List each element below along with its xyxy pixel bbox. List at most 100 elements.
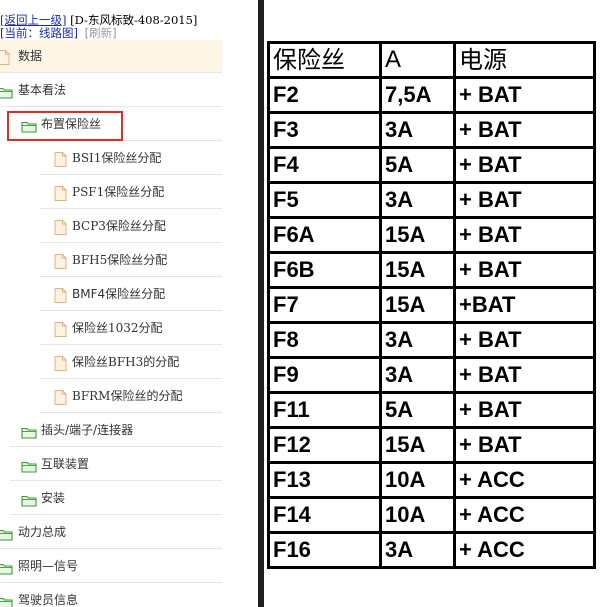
fuse-id-cell: F6A <box>267 216 382 254</box>
highlight-box <box>7 111 123 141</box>
fuse-id-cell: F8 <box>267 321 382 359</box>
file-icon <box>54 288 67 307</box>
fuse-id-cell: F2 <box>267 76 382 114</box>
back-link[interactable]: [返回上一级] <box>0 13 66 27</box>
tree-item-label: 插头/端子/连接器 <box>41 423 134 437</box>
power-source-cell: + BAT <box>453 356 596 394</box>
file-icon <box>54 186 67 205</box>
tree-item[interactable]: BMF4保险丝分配 <box>40 278 222 311</box>
power-source-cell: + BAT <box>453 216 596 254</box>
table-row: F3 3A + BAT <box>267 111 596 149</box>
tree-item[interactable]: BSI1保险丝分配 <box>40 142 222 175</box>
tree-item[interactable]: 安装 <box>10 482 222 515</box>
fuse-id-cell: F3 <box>267 111 382 149</box>
amperage-cell: 3A <box>379 356 456 394</box>
amperage-cell: 7,5A <box>379 76 456 114</box>
file-icon <box>54 390 67 409</box>
current-location: [当前：线路图] [刷新] <box>0 26 117 40</box>
table-row: F13 10A + ACC <box>267 461 596 499</box>
tree-item[interactable]: 数据 <box>0 40 222 73</box>
tree-item-label: 互联装置 <box>41 457 90 471</box>
file-icon <box>54 254 67 273</box>
amperage-cell: 15A <box>379 216 456 254</box>
power-source-cell: + BAT <box>453 111 596 149</box>
tree-item-label: 照明—信号 <box>18 559 79 573</box>
folder-icon <box>0 526 13 545</box>
tree-item-label: 安装 <box>41 491 66 505</box>
table-row: F6A 15A + BAT <box>267 216 596 254</box>
tree-item[interactable]: 插头/端子/连接器 <box>10 414 222 447</box>
file-icon <box>54 220 67 239</box>
fuse-id-cell: F4 <box>267 146 382 184</box>
tree-item[interactable]: PSF1保险丝分配 <box>40 176 222 209</box>
tree-item[interactable]: 照明—信号 <box>0 550 222 583</box>
file-icon <box>54 356 67 375</box>
amperage-cell: 10A <box>379 461 456 499</box>
tree-item[interactable]: 保险丝1032分配 <box>40 312 222 345</box>
tree-item[interactable]: 动力总成 <box>0 516 222 549</box>
fuse-id-cell: F9 <box>267 356 382 394</box>
power-source-cell: +BAT <box>453 286 596 324</box>
column-header: 保险丝 <box>267 41 382 79</box>
power-source-cell: + BAT <box>453 321 596 359</box>
power-source-cell: + BAT <box>453 251 596 289</box>
content-panel: 保险丝 A 电源 F2 7,5A + BAT F3 3A + BAT F4 5A + BAT F5 3A +… <box>264 0 600 607</box>
folder-icon <box>21 492 37 511</box>
folder-icon <box>0 560 13 579</box>
power-source-cell: + BAT <box>453 76 596 114</box>
amperage-cell: 5A <box>379 391 456 429</box>
amperage-cell: 15A <box>379 426 456 464</box>
fuse-id-cell: F5 <box>267 181 382 219</box>
tree-item[interactable]: 保险丝BFH3的分配 <box>40 346 222 379</box>
fuse-id-cell: F6B <box>267 251 382 289</box>
breadcrumb: [返回上一级] [D-东风标致-408-2015] <box>0 13 197 27</box>
power-source-cell: + BAT <box>453 426 596 464</box>
table-row: F11 5A + BAT <box>267 391 596 429</box>
column-header: A <box>379 41 456 79</box>
tree-item-label: BFH5保险丝分配 <box>72 253 168 267</box>
fuse-id-cell: F12 <box>267 426 382 464</box>
folder-icon <box>0 84 13 103</box>
amperage-cell: 3A <box>379 531 456 569</box>
table-row: F7 15A +BAT <box>267 286 596 324</box>
table-row: F6B 15A + BAT <box>267 251 596 289</box>
folder-icon <box>21 458 37 477</box>
table-row: F12 15A + BAT <box>267 426 596 464</box>
tree-item[interactable]: 互联装置 <box>10 448 222 481</box>
table-header-row: 保险丝 A 电源 <box>267 41 596 79</box>
power-source-cell: + ACC <box>453 461 596 499</box>
file-icon <box>0 50 10 69</box>
power-source-cell: + BAT <box>453 391 596 429</box>
file-icon <box>54 152 67 171</box>
column-header: 电源 <box>453 41 596 79</box>
tree-item[interactable]: BFH5保险丝分配 <box>40 244 222 277</box>
tree-item-label: 基本看法 <box>18 83 67 97</box>
fuse-id-cell: F7 <box>267 286 382 324</box>
tree-item-label: BMF4保险丝分配 <box>72 287 166 301</box>
amperage-cell: 10A <box>379 496 456 534</box>
doc-title: [D-东风标致-408-2015] <box>70 13 198 27</box>
tree-item[interactable]: 驾驶员信息 <box>0 584 222 607</box>
table-row: F9 3A + BAT <box>267 356 596 394</box>
file-icon <box>54 322 67 341</box>
tree-item[interactable]: 基本看法 <box>0 74 222 107</box>
fuse-id-cell: F14 <box>267 496 382 534</box>
tree-panel: [返回上一级] [D-东风标致-408-2015] [当前：线路图] [刷新] … <box>0 0 258 607</box>
amperage-cell: 15A <box>379 286 456 324</box>
tree-item[interactable]: BFRM保险丝的分配 <box>40 380 222 413</box>
tree-item[interactable]: BCP3保险丝分配 <box>40 210 222 243</box>
refresh-link[interactable]: [刷新] <box>85 26 117 40</box>
power-source-cell: + BAT <box>453 181 596 219</box>
fuse-id-cell: F16 <box>267 531 382 569</box>
table-row: F8 3A + BAT <box>267 321 596 359</box>
fuse-id-cell: F13 <box>267 461 382 499</box>
tree-item-label: 数据 <box>18 49 43 63</box>
table-row: F4 5A + BAT <box>267 146 596 184</box>
fuse-id-cell: F11 <box>267 391 382 429</box>
folder-icon <box>21 424 37 443</box>
table-row: F2 7,5A + BAT <box>267 76 596 114</box>
amperage-cell: 15A <box>379 251 456 289</box>
tree-item-label: BSI1保险丝分配 <box>72 151 162 165</box>
table-row: F16 3A + ACC <box>267 531 596 569</box>
current-label: [当前：线路图] <box>0 26 78 40</box>
